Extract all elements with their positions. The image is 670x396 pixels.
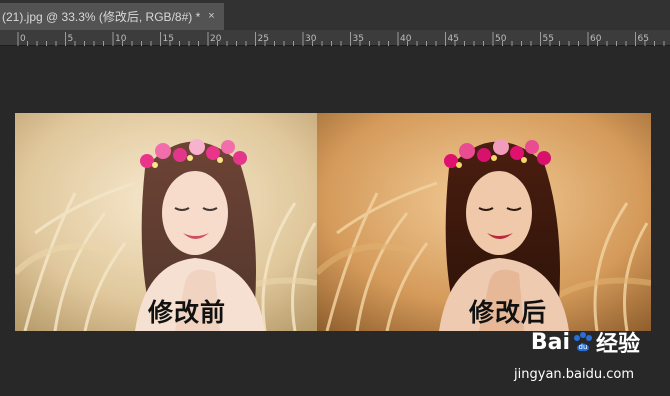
ruler-label: 25 [258,34,269,44]
document-tab[interactable]: (21).jpg @ 33.3% (修改后, RGB/8#) * × [0,3,224,30]
watermark-brand-prefix: Bai [530,329,570,355]
before-caption: 修改前 [148,298,227,327]
ruler-label: 50 [495,34,507,44]
ruler-label: 60 [590,34,602,44]
ruler-label: 45 [448,34,459,44]
document-tab-bar: (21).jpg @ 33.3% (修改后, RGB/8#) * × [0,0,670,30]
before-photo: 修改前 [15,113,317,331]
ruler-label: 5 [68,34,74,44]
horizontal-ruler[interactable]: 0 5 10 15 20 25 30 35 40 45 50 55 60 65 [0,30,670,46]
canvas-area[interactable]: 修改前 修改后 Bai du 经验 jingyan.baidu.com [0,46,670,396]
after-photo: 修改后 [317,113,651,331]
baidu-jingyan-watermark: Bai du 经验 [531,326,640,358]
svg-text:du: du [579,343,588,351]
ruler-label: 0 [20,34,26,44]
ruler-label: 10 [115,34,127,44]
baidu-paw-icon: du [573,332,592,352]
ruler-label: 65 [638,34,649,44]
ruler-ticks: 0 5 10 15 20 25 30 35 40 45 50 55 60 65 [17,32,665,46]
close-icon[interactable]: × [208,11,214,22]
ruler-label: 20 [210,34,222,44]
document-tab-title: (21).jpg @ 33.3% (修改后, RGB/8#) * [2,10,201,24]
ruler-label: 55 [543,34,554,44]
ruler-label: 40 [400,34,412,44]
ruler-label: 15 [163,34,174,44]
ruler-label: 35 [353,34,364,44]
watermark-url: jingyan.baidu.com [514,367,634,382]
after-caption: 修改后 [469,298,548,327]
watermark-brand-suffix: 经验 [595,332,640,357]
photoshop-window: (21).jpg @ 33.3% (修改后, RGB/8#) * × 0 5 10 1… [0,0,670,396]
ruler-label: 30 [305,34,317,44]
